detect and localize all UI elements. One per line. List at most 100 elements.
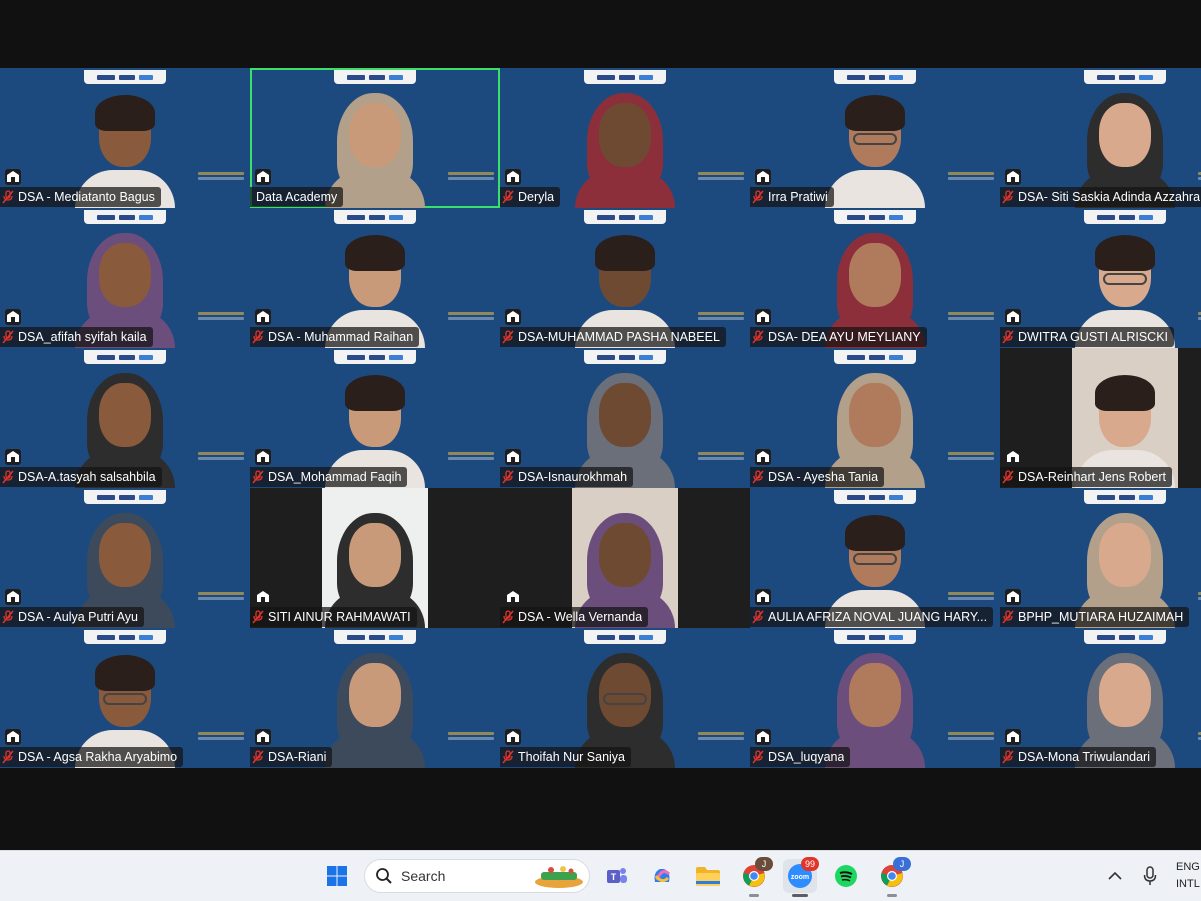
search-label: Search — [401, 868, 446, 884]
participant-name-label: DSA - Muhammad Raihan — [250, 327, 420, 347]
microphone-muted-icon — [2, 610, 14, 624]
participant-name-label: Deryla — [500, 187, 561, 207]
participant-tile[interactable]: Data Academy — [250, 68, 500, 208]
language-indicator-line1[interactable]: ENG — [1176, 861, 1200, 873]
virtual-background-logo — [1084, 490, 1166, 504]
participant-tile[interactable]: DSA-MUHAMMAD PASHA NABEEL — [500, 208, 750, 348]
participant-name: DSA-Mona Triwulandari — [1018, 750, 1150, 764]
microphone-muted-icon — [2, 750, 14, 764]
microphone-muted-icon — [1002, 470, 1014, 484]
background-watermark — [698, 170, 744, 184]
participant-tile[interactable]: DSA-Isnaurokhmah — [500, 348, 750, 488]
participant-name-label: DSA - Wella Vernanda — [500, 607, 649, 627]
participant-tile[interactable]: DSA - Agsa Rakha Aryabimo — [0, 628, 250, 768]
virtual-background-logo — [334, 210, 416, 224]
participant-name: DSA - Mediatanto Bagus — [18, 190, 155, 204]
microphone-muted-icon — [502, 190, 514, 204]
virtual-background-logo — [84, 350, 166, 364]
show-hidden-icons-button[interactable] — [1100, 859, 1130, 893]
participant-tile[interactable]: DSA-A.tasyah salsahbila — [0, 348, 250, 488]
participant-tile[interactable]: DSA - Mediatanto Bagus — [0, 68, 250, 208]
participant-tile[interactable]: Deryla — [500, 68, 750, 208]
microphone-muted-icon — [1002, 750, 1014, 764]
participant-tile[interactable]: DWITRA GUSTI ALRISCKI — [1000, 208, 1201, 348]
participant-tile[interactable]: DSA-Riani — [250, 628, 500, 768]
microphone-muted-icon — [252, 610, 264, 624]
participant-name-label: Thoifah Nur Saniya — [500, 747, 632, 767]
virtual-background-logo — [334, 70, 416, 84]
background-watermark — [448, 450, 494, 464]
participant-tile[interactable]: DSA-Mona Triwulandari — [1000, 628, 1201, 768]
participant-name: DSA-A.tasyah salsahbila — [18, 470, 156, 484]
language-indicator-line2[interactable]: INTL — [1176, 878, 1200, 890]
virtual-background-logo — [584, 630, 666, 644]
participant-tile[interactable]: SITI AINUR RAHMAWATI — [250, 488, 500, 628]
search-highlight-icon — [535, 866, 583, 888]
microphone-muted-icon — [752, 610, 764, 624]
participant-name-label: DSA_luqyana — [750, 747, 851, 767]
participant-name: DSA - Agsa Rakha Aryabimo — [18, 750, 178, 764]
start-button[interactable] — [320, 859, 354, 893]
participant-name: DSA - Muhammad Raihan — [268, 330, 414, 344]
participant-tile[interactable]: DSA_Mohammad Faqih — [250, 348, 500, 488]
taskbar-search-box[interactable]: Search — [364, 859, 590, 893]
spotify-button[interactable] — [829, 859, 863, 893]
participant-logo-icon — [505, 309, 521, 325]
participant-logo-icon — [255, 309, 271, 325]
background-watermark — [698, 310, 744, 324]
virtual-background-logo — [834, 70, 916, 84]
participant-name-label: DSA_afifah syifah kaila — [0, 327, 153, 347]
participant-logo-icon — [255, 449, 271, 465]
participant-tile[interactable]: Irra Pratiwi — [750, 68, 1000, 208]
copilot-button[interactable] — [645, 859, 679, 893]
gallery-grid: DSA - Mediatanto Bagus Data Academy Deryla… — [0, 68, 1201, 770]
participant-tile[interactable]: BPHP_MUTIARA HUZAIMAH — [1000, 488, 1201, 628]
microphone-muted-icon — [2, 190, 14, 204]
zoom-button[interactable]: zoom 99 — [783, 857, 819, 897]
microphone-muted-icon — [252, 470, 264, 484]
participant-tile[interactable]: DSA- Siti Saskia Adinda Azzahra — [1000, 68, 1201, 208]
participant-tile[interactable]: DSA_afifah syifah kaila — [0, 208, 250, 348]
virtual-background-logo — [834, 630, 916, 644]
participant-tile[interactable]: Thoifah Nur Saniya — [500, 628, 750, 768]
participant-logo-icon — [1005, 169, 1021, 185]
participant-name-label: DSA- Siti Saskia Adinda Azzahra — [1000, 187, 1201, 207]
participant-name: DSA_afifah syifah kaila — [18, 330, 147, 344]
participant-tile[interactable]: AULIA AFRIZA NOVAL JUANG HARY... — [750, 488, 1000, 628]
participant-name: DSA-Isnaurokhmah — [518, 470, 628, 484]
participant-name-label: DSA - Agsa Rakha Aryabimo — [0, 747, 184, 767]
background-watermark — [198, 310, 244, 324]
participant-tile[interactable]: DSA_luqyana — [750, 628, 1000, 768]
microphone-tray-button[interactable] — [1136, 859, 1164, 893]
participant-tile[interactable]: DSA - Aulya Putri Ayu — [0, 488, 250, 628]
participant-tile[interactable]: DSA-Reinhart Jens Robert — [1000, 348, 1201, 488]
participant-tile[interactable]: DSA - Ayesha Tania — [750, 348, 1000, 488]
participant-name-label: DWITRA GUSTI ALRISCKI — [1000, 327, 1175, 347]
participant-logo-icon — [1005, 449, 1021, 465]
participant-name: DSA - Aulya Putri Ayu — [18, 610, 138, 624]
participant-video — [565, 83, 685, 208]
microphone-muted-icon — [1002, 610, 1014, 624]
chrome-button[interactable]: J — [737, 857, 773, 897]
virtual-background-logo — [584, 210, 666, 224]
participant-logo-icon — [255, 589, 271, 605]
virtual-background-logo — [584, 70, 666, 84]
teams-button[interactable]: T — [600, 859, 634, 893]
participant-name: Thoifah Nur Saniya — [518, 750, 626, 764]
chrome-2-button[interactable]: J — [875, 857, 911, 897]
virtual-background-logo — [1084, 210, 1166, 224]
participant-tile[interactable]: DSA - Wella Vernanda — [500, 488, 750, 628]
participant-name: DWITRA GUSTI ALRISCKI — [1018, 330, 1169, 344]
windows-logo-icon — [327, 866, 347, 886]
folder-icon — [696, 867, 720, 886]
file-explorer-button[interactable] — [691, 859, 725, 893]
participant-tile[interactable]: DSA - Muhammad Raihan — [250, 208, 500, 348]
participant-video — [315, 643, 435, 768]
participant-name: DSA_Mohammad Faqih — [268, 470, 402, 484]
participant-tile[interactable]: DSA- DEA AYU MEYLIANY — [750, 208, 1000, 348]
background-watermark — [948, 310, 994, 324]
participant-logo-icon — [755, 309, 771, 325]
virtual-background-logo — [584, 350, 666, 364]
participant-name: DSA-Riani — [268, 750, 327, 764]
microphone-muted-icon — [502, 610, 514, 624]
